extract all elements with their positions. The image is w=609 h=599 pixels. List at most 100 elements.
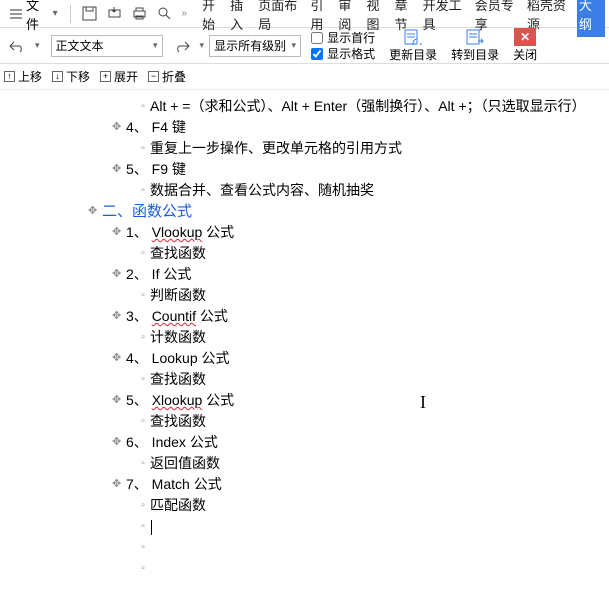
outline-line[interactable]: ▫数据合并、查看公式内容、随机抽奖 (40, 180, 599, 201)
outline-line[interactable]: ✥4、 F4 键 (40, 117, 599, 138)
outline-line[interactable]: ▫查找函数 (40, 369, 599, 390)
move-down-button[interactable]: 下移 (52, 68, 90, 85)
outline-line[interactable]: ✥5、 Xlookup 公式 (40, 390, 599, 411)
print-with-arrow-icon[interactable] (102, 4, 127, 23)
outline-level-combo[interactable]: 显示所有级别 ▾ (209, 35, 301, 57)
outline-handle-icon[interactable]: ✥ (88, 201, 102, 222)
button-label: 转到目录 (451, 46, 499, 63)
outline-text: 查找函数 (150, 243, 206, 264)
outline-handle-icon[interactable]: ✥ (112, 159, 126, 180)
outline-handle-icon[interactable]: ✥ (112, 264, 126, 285)
minus-icon (148, 71, 159, 82)
tab-插入[interactable]: 插入 (228, 0, 256, 37)
document-outline-area[interactable]: ▫Alt + =（求和公式）、Alt + Enter（强制换行）、Alt +；（… (0, 90, 609, 599)
arrow-down-icon (52, 71, 63, 82)
bullet-icon: ▫ (136, 453, 150, 474)
button-label: 更新目录 (389, 46, 437, 63)
outline-line[interactable]: ✥6、 Index 公式 (40, 432, 599, 453)
outline-handle-icon[interactable]: ✥ (112, 117, 126, 138)
outline-line[interactable]: ▫ (40, 558, 599, 579)
tab-页面布局[interactable]: 页面布局 (256, 0, 308, 37)
outline-line[interactable]: ▫查找函数 (40, 411, 599, 432)
checkbox-label: 显示首行 (327, 30, 375, 46)
bullet-icon: ▫ (136, 180, 150, 201)
close-outline-button[interactable]: ✕ 关闭 (513, 28, 537, 63)
expand-button[interactable]: 展开 (100, 68, 138, 85)
undo-icon[interactable] (4, 37, 30, 55)
move-up-button[interactable]: 上移 (4, 68, 42, 85)
outline-handle-icon[interactable]: ✥ (112, 348, 126, 369)
outline-text: 4、 Lookup 公式 (126, 348, 230, 369)
body-style-combo[interactable]: 正文文本 ▾ (51, 35, 163, 57)
outline-text: 计数函数 (150, 327, 206, 348)
goto-toc-icon (464, 28, 486, 46)
bullet-icon: ▫ (136, 243, 150, 264)
outline-text: Alt + =（求和公式）、Alt + Enter（强制换行）、Alt +；（只… (150, 96, 586, 117)
close-icon: ✕ (514, 28, 536, 46)
bullet-icon: ▫ (136, 516, 150, 537)
promote-icon[interactable] (169, 37, 195, 55)
bullet-icon: ▫ (136, 537, 150, 558)
outline-line[interactable]: ✥7、 Match 公式 (40, 474, 599, 495)
text-caret (151, 520, 152, 535)
collapse-button[interactable]: 折叠 (148, 68, 186, 85)
overflow-icon[interactable]: » (177, 6, 193, 21)
print-preview-icon[interactable] (152, 4, 177, 23)
outline-line[interactable]: ▫ (40, 537, 599, 558)
outline-text: 2、 If 公式 (126, 264, 191, 285)
redo-icon[interactable]: ▾ (30, 38, 45, 53)
button-label: 关闭 (513, 46, 537, 63)
outline-line[interactable]: ✥3、 Countif 公式 (40, 306, 599, 327)
outline-line[interactable]: ✥4、 Lookup 公式 (40, 348, 599, 369)
outline-handle-icon[interactable]: ✥ (112, 390, 126, 411)
show-first-line-checkbox[interactable]: 显示首行 (311, 30, 375, 46)
combo-value: 显示所有级别 (214, 37, 286, 54)
bullet-icon: ▫ (136, 495, 150, 516)
checkbox-label: 显示格式 (327, 46, 375, 62)
chevron-down-icon: ▾ (153, 40, 158, 51)
text-cursor-icon: I (420, 392, 426, 413)
outline-line[interactable]: ▫重复上一步操作、更改单元格的引用方式 (40, 138, 599, 159)
outline-line[interactable]: ▫返回值函数 (40, 453, 599, 474)
outline-text: 3、 Countif 公式 (126, 306, 228, 327)
outline-line[interactable]: ▫ (40, 516, 599, 537)
outline-line[interactable]: ▫Alt + =（求和公式）、Alt + Enter（强制换行）、Alt +；（… (40, 96, 599, 117)
outline-move-toolbar: 上移 下移 展开 折叠 (0, 64, 609, 90)
outline-handle-icon[interactable]: ✥ (112, 474, 126, 495)
file-label: 文件 (26, 0, 49, 33)
file-menu-button[interactable]: 文件 ▾ (4, 0, 64, 35)
tab-大纲[interactable]: 大纲 (577, 0, 605, 37)
print-icon[interactable] (127, 4, 152, 23)
outline-line[interactable]: ▫计数函数 (40, 327, 599, 348)
update-toc-button[interactable]: 更新目录 (389, 28, 437, 63)
bullet-icon: ▫ (136, 327, 150, 348)
outline-line[interactable]: ✥二、函数公式 (40, 201, 599, 222)
goto-toc-button[interactable]: 转到目录 (451, 28, 499, 63)
outline-handle-icon[interactable]: ✥ (112, 306, 126, 327)
tab-开始[interactable]: 开始 (200, 0, 228, 37)
outline-handle-icon[interactable]: ✥ (112, 432, 126, 453)
arrow-up-icon (4, 71, 15, 82)
chevron-down-icon: ▾ (53, 8, 58, 19)
outline-text: 重复上一步操作、更改单元格的引用方式 (150, 138, 402, 159)
outline-text: 判断函数 (150, 285, 206, 306)
update-toc-icon (402, 28, 424, 46)
save-icon[interactable] (77, 4, 102, 23)
outline-line[interactable]: ▫判断函数 (40, 285, 599, 306)
separator (70, 5, 71, 23)
outline-text: 匹配函数 (150, 495, 206, 516)
outline-text: 6、 Index 公式 (126, 432, 218, 453)
outline-line[interactable]: ▫匹配函数 (40, 495, 599, 516)
outline-line[interactable]: ✥5、 F9 键 (40, 159, 599, 180)
show-format-checkbox[interactable]: 显示格式 (311, 46, 375, 62)
demote-small-icon[interactable]: ▾ (195, 38, 210, 53)
bullet-icon: ▫ (136, 138, 150, 159)
outline-handle-icon[interactable]: ✥ (112, 222, 126, 243)
menu-icon (10, 9, 22, 19)
outline-text: 二、函数公式 (102, 201, 192, 222)
outline-line[interactable]: ▫查找函数 (40, 243, 599, 264)
outline-line[interactable]: ✥1、 Vlookup 公式 (40, 222, 599, 243)
outline-line[interactable]: ✥2、 If 公式 (40, 264, 599, 285)
button-label: 折叠 (162, 68, 186, 85)
outline-text (150, 516, 152, 537)
